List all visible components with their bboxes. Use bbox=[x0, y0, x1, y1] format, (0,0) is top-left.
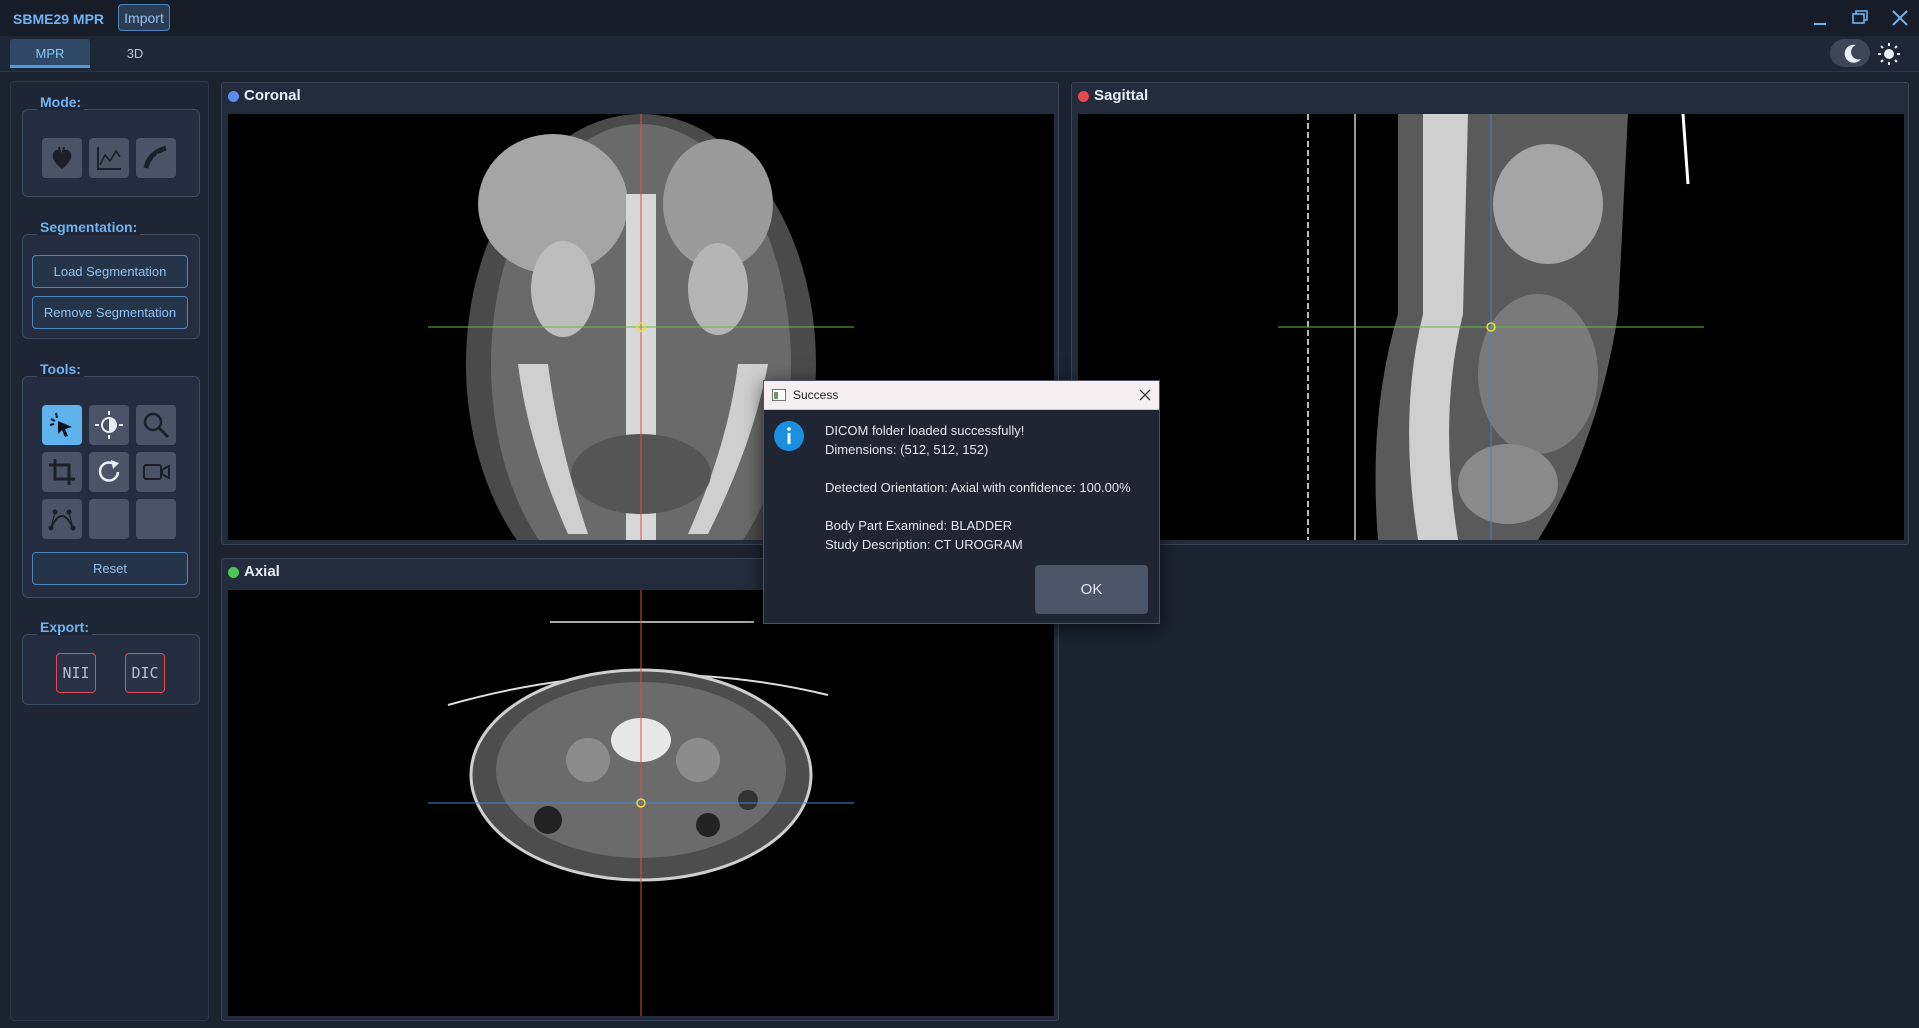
export-nii-button[interactable]: NII bbox=[56, 653, 96, 693]
reset-button[interactable]: Reset bbox=[32, 552, 188, 585]
load-segmentation-button[interactable]: Load Segmentation bbox=[32, 255, 188, 288]
axial-indicator-dot bbox=[228, 567, 239, 578]
export-dic-button[interactable]: DIC bbox=[125, 653, 165, 693]
dark-mode-toggle[interactable] bbox=[1830, 39, 1870, 67]
export-title: Export: bbox=[37, 619, 92, 635]
video-icon[interactable] bbox=[136, 452, 176, 492]
tools-title: Tools: bbox=[37, 361, 84, 377]
mode-title: Mode: bbox=[37, 94, 85, 110]
sagittal-view: Sagittal bbox=[1071, 82, 1909, 545]
tab-bar: MPR 3D bbox=[0, 36, 1919, 72]
coronal-view-title: Coronal bbox=[244, 87, 301, 104]
remove-segmentation-button[interactable]: Remove Segmentation bbox=[32, 296, 188, 329]
curve-chart-icon[interactable] bbox=[89, 138, 129, 178]
dialog-title-bar: Success bbox=[764, 381, 1159, 410]
pointer-icon[interactable] bbox=[42, 405, 82, 445]
dialog-body-part-text: Body Part Examined: BLADDER bbox=[825, 518, 1013, 533]
dialog-orientation-text: Detected Orientation: Axial with confide… bbox=[825, 480, 1131, 495]
dialog-message-line: DICOM folder loaded successfully! bbox=[825, 423, 1025, 438]
restore-icon[interactable] bbox=[1846, 4, 1874, 32]
sidebar: Mode: Load Segmentation Remove Segmentat… bbox=[10, 81, 209, 1021]
spline-icon[interactable] bbox=[42, 499, 82, 539]
sagittal-image-canvas[interactable] bbox=[1078, 114, 1904, 540]
sagittal-view-title: Sagittal bbox=[1094, 87, 1149, 104]
axial-view-title: Axial bbox=[244, 563, 280, 580]
sun-icon[interactable] bbox=[1876, 41, 1902, 67]
axial-image-canvas[interactable] bbox=[228, 590, 1054, 1016]
tools-group: Reset bbox=[22, 376, 200, 598]
curved-ruler-icon[interactable] bbox=[136, 138, 176, 178]
export-group: NII DIC bbox=[22, 634, 200, 705]
tab-3d[interactable]: 3D bbox=[95, 39, 175, 68]
tab-mpr[interactable]: MPR bbox=[10, 39, 90, 68]
segmentation-group: Load Segmentation Remove Segmentation bbox=[22, 234, 200, 339]
import-button[interactable]: Import bbox=[118, 4, 170, 31]
coronal-indicator-dot bbox=[228, 91, 239, 102]
info-icon bbox=[774, 421, 804, 451]
mode-group bbox=[22, 109, 200, 197]
close-icon[interactable] bbox=[1886, 4, 1914, 32]
dialog-title: Success bbox=[793, 388, 839, 402]
ok-button[interactable]: OK bbox=[1035, 565, 1148, 614]
contrast-icon[interactable] bbox=[89, 405, 129, 445]
app-title: SBME29 MPR bbox=[13, 11, 105, 27]
axial-view: Axial bbox=[221, 558, 1059, 1021]
minimize-icon[interactable] bbox=[1806, 4, 1834, 32]
heart-icon[interactable] bbox=[42, 138, 82, 178]
crop-icon[interactable] bbox=[42, 452, 82, 492]
success-dialog: Success DICOM folder loaded successfully… bbox=[763, 380, 1160, 624]
sagittal-indicator-dot bbox=[1078, 91, 1089, 102]
rotate-icon[interactable] bbox=[89, 452, 129, 492]
segmentation-title: Segmentation: bbox=[37, 219, 141, 235]
window-icon bbox=[772, 389, 786, 401]
moon-icon bbox=[1844, 44, 1861, 63]
empty-tool-slot[interactable] bbox=[136, 499, 176, 539]
dialog-study-description-text: Study Description: CT UROGRAM bbox=[825, 537, 1023, 552]
zoom-icon[interactable] bbox=[136, 405, 176, 445]
empty-tool-slot[interactable] bbox=[89, 499, 129, 539]
title-bar: SBME29 MPR Import bbox=[0, 0, 1919, 36]
close-icon[interactable] bbox=[1139, 389, 1151, 401]
dialog-dimensions-text: Dimensions: (512, 512, 152) bbox=[825, 442, 989, 457]
